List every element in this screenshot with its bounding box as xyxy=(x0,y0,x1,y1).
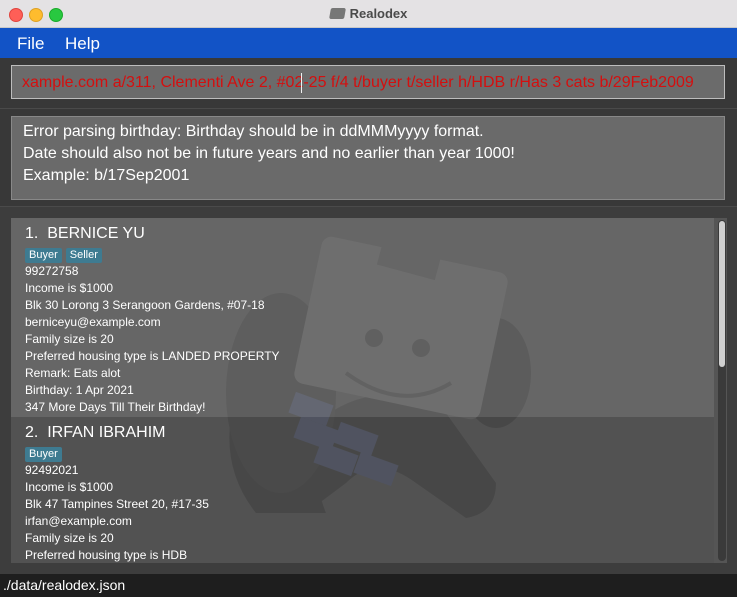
client-name: 1. BERNICE YU xyxy=(25,225,714,242)
list-scrollbar[interactable] xyxy=(718,220,726,561)
client-index: 2. xyxy=(25,424,39,441)
tag-buyer: Buyer xyxy=(25,248,62,263)
client-phone: 99272758 xyxy=(25,264,79,278)
menu-file[interactable]: File xyxy=(17,28,44,58)
scrollbar-thumb[interactable] xyxy=(719,221,725,367)
tag-seller: Seller xyxy=(65,248,102,263)
command-area: xample.com a/311, Clementi Ave 2, #02-25… xyxy=(0,58,737,108)
client-name-text: IRFAN IBRAHIM xyxy=(47,424,166,441)
client-card[interactable]: 2. IRFAN IBRAHIM Buyer 92492021 Income i… xyxy=(11,417,714,563)
tag-list: Buyer Seller xyxy=(25,245,714,263)
result-display[interactable]: Error parsing birthday: Birthday should … xyxy=(11,116,725,200)
status-bar: ./data/realodex.json xyxy=(0,574,737,597)
client-income: Income is $1000 xyxy=(25,281,114,295)
menu-bar: File Help xyxy=(0,28,737,58)
result-area: Error parsing birthday: Birthday should … xyxy=(0,108,737,206)
tag-buyer: Buyer xyxy=(25,447,62,462)
title-bar: Realodex xyxy=(0,0,737,28)
client-email: berniceyu@example.com xyxy=(25,315,161,329)
client-birthday-countdown: 347 More Days Till Their Birthday! xyxy=(25,400,206,414)
data-file-path: ./data/realodex.json xyxy=(3,577,126,593)
client-list-panel: 1. BERNICE YU Buyer Seller 99272758 Incom… xyxy=(0,206,737,574)
result-line: Date should also not be in future years … xyxy=(23,145,515,162)
client-remark: Remark: Eats alot xyxy=(25,366,121,380)
command-input[interactable]: xample.com a/311, Clementi Ave 2, #02-25… xyxy=(11,65,725,99)
result-line: Error parsing birthday: Birthday should … xyxy=(23,123,484,140)
client-family-size: Family size is 20 xyxy=(25,332,114,346)
client-address: Blk 30 Lorong 3 Serangoon Gardens, #07-1… xyxy=(25,298,265,312)
client-family-size: Family size is 20 xyxy=(25,531,114,545)
rolodex-icon xyxy=(328,8,346,19)
window-title-text: Realodex xyxy=(349,6,408,21)
tag-list: Buyer xyxy=(25,444,714,462)
menu-help[interactable]: Help xyxy=(65,28,100,58)
client-list[interactable]: 1. BERNICE YU Buyer Seller 99272758 Incom… xyxy=(11,218,727,563)
client-phone: 92492021 xyxy=(25,463,79,477)
client-birthday: Birthday: 1 Apr 2021 xyxy=(25,383,134,397)
client-name-text: BERNICE YU xyxy=(47,225,145,242)
client-index: 1. xyxy=(25,225,39,242)
window-title: Realodex xyxy=(0,0,737,28)
client-housing-type: Preferred housing type is HDB xyxy=(25,548,188,562)
client-address: Blk 47 Tampines Street 20, #17-35 xyxy=(25,497,209,511)
client-email: irfan@example.com xyxy=(25,514,132,528)
client-name: 2. IRFAN IBRAHIM xyxy=(25,424,714,441)
client-housing-type: Preferred housing type is LANDED PROPERT… xyxy=(25,349,280,363)
client-card[interactable]: 1. BERNICE YU Buyer Seller 99272758 Incom… xyxy=(11,218,714,417)
command-input-text: xample.com a/311, Clementi Ave 2, #02-25… xyxy=(22,74,694,91)
result-line: Example: b/17Sep2001 xyxy=(23,167,190,184)
text-caret xyxy=(301,73,302,93)
client-income: Income is $1000 xyxy=(25,480,114,494)
